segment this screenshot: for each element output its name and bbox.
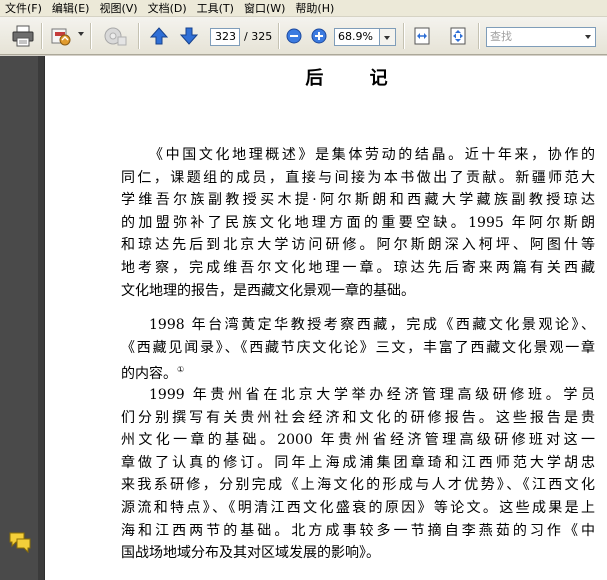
- next-page-icon: [179, 27, 199, 45]
- previous-page-icon: [149, 27, 169, 45]
- comments-icon[interactable]: [7, 530, 33, 554]
- text-line: 文化地理的报告，是西藏文化景观一章的基础。: [121, 282, 415, 299]
- toolbar-separator: [41, 23, 43, 49]
- menu-view[interactable]: 视图(V): [94, 0, 142, 17]
- text-line: 海和江西两节的基础。北方成事较多一节摘自李燕茹的习作《中: [121, 522, 595, 539]
- print-icon: [12, 25, 34, 47]
- text-line: 国战场地域分布及其对区域发展的影响》。: [121, 545, 380, 562]
- page-title: 后 记: [305, 68, 408, 89]
- toolbar-separator: [278, 23, 280, 49]
- menu-bar: 文件(F) 编辑(E) 视图(V) 文档(D) 工具(T) 窗口(W) 帮助(H…: [0, 0, 607, 17]
- menu-document[interactable]: 文档(D): [143, 0, 192, 17]
- toolbar-separator: [90, 23, 92, 49]
- text-line: 地考察，完成维吾尔文化地理一章。琼达先后寄来两篇有关西藏: [121, 259, 595, 276]
- zoom-level-input[interactable]: 68.9%: [334, 28, 380, 46]
- text-line-content: 的内容。: [121, 366, 177, 383]
- email-button[interactable]: [48, 24, 74, 48]
- menu-file[interactable]: 文件(F): [0, 0, 47, 17]
- total-pages-label: / 325: [244, 30, 273, 43]
- toolbar-separator: [478, 23, 480, 49]
- text-line: 《西藏见闻录》、《西藏节庆文化论》三文，丰富了西藏文化景观一章: [121, 339, 595, 356]
- previous-page-button[interactable]: [148, 24, 170, 48]
- toolbar-separator: [138, 23, 140, 49]
- text-line: 源流和特点》、《明清江西文化盛衰的原因》等论文。这些成果是上: [121, 499, 595, 516]
- text-line: 来我系研修，分别完成《上海文化的形成与人才优势》、《江西文化: [121, 477, 595, 494]
- search-placeholder: 查找: [490, 30, 512, 43]
- zoom-in-button[interactable]: [310, 24, 328, 48]
- text-line: 《中国文化地理概述》是集体劳动的结晶。近十年来，协作的: [149, 147, 595, 163]
- toolbar: 323 / 325 68.9% 查找: [0, 17, 607, 55]
- paragraph-2: 1998 年台湾黄定华教授考察西藏，完成《西藏文化景观论》、 《西藏见闻录》、《…: [121, 314, 595, 386]
- text-line: 学维吾尔族副教授买木提·阿尔斯朗和西藏大学藏族副教授琼达: [121, 192, 595, 209]
- zoom-out-button[interactable]: [285, 24, 303, 48]
- text-line: 的加盟弥补了民族文化地理方面的重要空缺。1995 年阿尔斯朗: [121, 214, 595, 231]
- search-dropdown-button[interactable]: [581, 28, 595, 46]
- menu-edit[interactable]: 编辑(E): [47, 0, 95, 17]
- navigation-sidebar: [0, 56, 40, 580]
- zoom-dropdown-button[interactable]: [380, 28, 396, 46]
- settings-button[interactable]: [101, 24, 129, 48]
- text-line: 1998 年台湾黄定华教授考察西藏，完成《西藏文化景观论》、: [149, 317, 595, 333]
- fit-page-icon: [450, 27, 466, 45]
- text-line: 的内容。①: [121, 359, 595, 386]
- fit-page-button[interactable]: [447, 24, 469, 48]
- text-line: 州文化一章的基础。2000 年贵州省经济管理高级研修班对这一: [121, 432, 595, 449]
- email-icon: [51, 28, 71, 46]
- menu-tools[interactable]: 工具(T): [192, 0, 239, 17]
- text-line: 章做了认真的修订。同年上海成浦集团章琦和江西师范大学胡忠: [121, 454, 595, 471]
- zoom-in-icon: [311, 28, 327, 44]
- settings-icon: [104, 27, 127, 46]
- email-dropdown-caret[interactable]: [78, 32, 84, 36]
- print-button[interactable]: [10, 24, 36, 48]
- fit-width-icon: [414, 27, 430, 45]
- next-page-button[interactable]: [178, 24, 200, 48]
- footnote-marker[interactable]: ①: [177, 365, 184, 374]
- text-line: 和琼达先后到北京大学访问研修。阿尔斯朗深入柯坪、阿图什等: [121, 237, 595, 254]
- paragraph-3: 1999 年贵州省在北京大学举办经济管理高级研修班。学员 们分别撰写有关贵州社会…: [121, 384, 595, 565]
- toolbar-separator: [403, 23, 405, 49]
- text-line: 同仁，课题组的成员，直接与间接为本书做出了贡献。新疆师范大: [121, 169, 595, 186]
- menu-window[interactable]: 窗口(W): [239, 0, 290, 17]
- fit-width-button[interactable]: [411, 24, 433, 48]
- document-page: 后 记 《中国文化地理概述》是集体劳动的结晶。近十年来，协作的 同仁，课题组的成…: [44, 56, 607, 580]
- text-line: 1999 年贵州省在北京大学举办经济管理高级研修班。学员: [149, 387, 595, 403]
- paragraph-1: 《中国文化地理概述》是集体劳动的结晶。近十年来，协作的 同仁，课题组的成员，直接…: [121, 144, 595, 302]
- current-page-input[interactable]: 323: [210, 28, 240, 46]
- menu-help[interactable]: 帮助(H): [290, 0, 339, 17]
- zoom-out-icon: [286, 28, 302, 44]
- text-line: 们分别撰写有关贵州社会经济和文化的研修报告。这些报告是贵: [121, 409, 595, 426]
- search-input[interactable]: 查找: [486, 27, 596, 47]
